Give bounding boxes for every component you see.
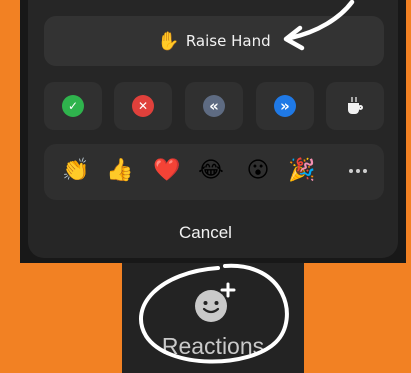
status-reactions-row: ✓ ✕ « » <box>44 82 384 130</box>
reactions-label[interactable]: Reactions <box>122 333 304 360</box>
faster-icon: » <box>274 95 296 117</box>
check-icon: ✓ <box>62 95 84 117</box>
raise-hand-icon: ✋ <box>157 30 180 52</box>
more-horizontal-icon[interactable] <box>344 158 372 184</box>
coffee-break-button[interactable] <box>326 82 384 130</box>
cancel-button[interactable]: Cancel <box>0 218 411 248</box>
open-mouth-emoji-button[interactable]: 😮 <box>244 158 272 184</box>
yes-button[interactable]: ✓ <box>44 82 102 130</box>
coffee-icon <box>346 97 364 115</box>
joy-emoji-button[interactable]: 😂 <box>197 158 225 184</box>
go-slower-button[interactable]: « <box>185 82 243 130</box>
add-reaction-icon[interactable] <box>190 281 236 327</box>
emoji-reactions-row: 👏 👍 ❤️ 😂 😮 🎉 <box>44 144 384 200</box>
go-faster-button[interactable]: » <box>256 82 314 130</box>
clap-emoji-button[interactable]: 👏 <box>62 158 90 184</box>
slower-icon: « <box>203 95 225 117</box>
x-icon: ✕ <box>132 95 154 117</box>
raise-hand-button[interactable]: ✋ Raise Hand <box>44 16 384 66</box>
raise-hand-label: Raise Hand <box>185 32 271 50</box>
thumbs-up-emoji-button[interactable]: 👍 <box>106 158 134 184</box>
no-button[interactable]: ✕ <box>114 82 172 130</box>
heart-emoji-button[interactable]: ❤️ <box>153 158 181 184</box>
party-popper-emoji-button[interactable]: 🎉 <box>288 158 316 184</box>
